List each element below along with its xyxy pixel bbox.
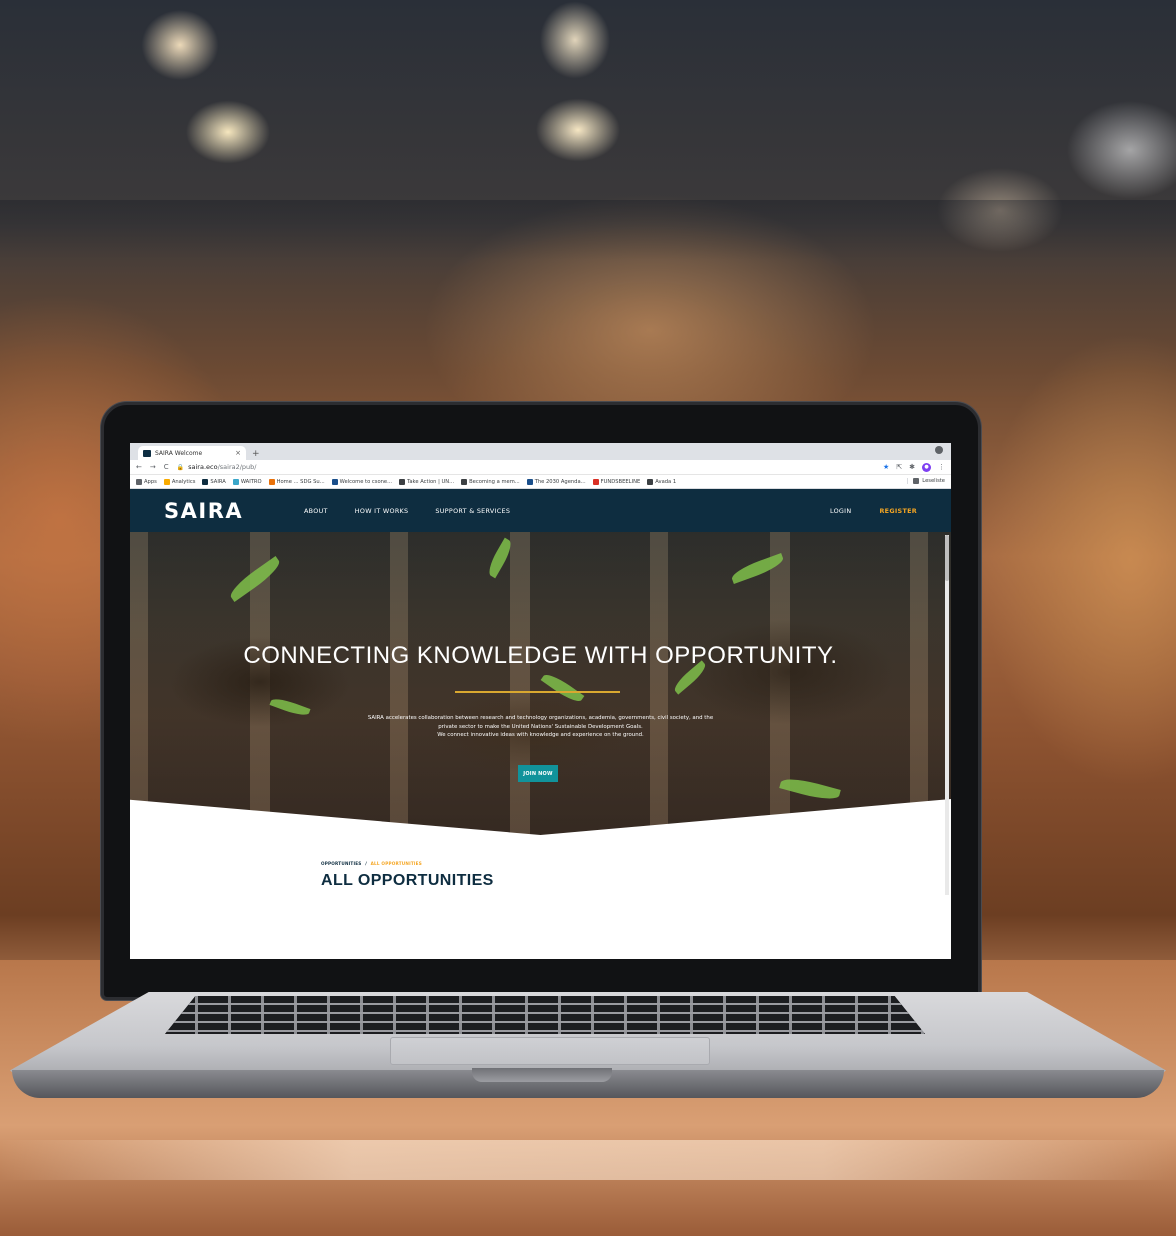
- laptop-keyboard: [165, 996, 925, 1034]
- bookmark-item[interactable]: Becoming a mem...: [461, 478, 520, 485]
- bookmark-item[interactable]: Analytics: [163, 478, 196, 485]
- bookmark-label: Welcome to csone...: [339, 478, 393, 485]
- bookmark-favicon-icon: [202, 478, 209, 485]
- tab-close-icon[interactable]: ×: [235, 449, 241, 457]
- account-nav: LOGIN REGISTER: [830, 507, 917, 515]
- bookmark-star-icon[interactable]: ★: [883, 463, 889, 471]
- bookmark-favicon-icon: [136, 478, 142, 485]
- laptop-trackpad: [390, 1037, 710, 1065]
- bookmark-label: SAIRA: [210, 478, 226, 485]
- hero-divider: [455, 691, 620, 693]
- bookmark-favicon-icon: [399, 478, 406, 485]
- bookmark-favicon-icon: [592, 478, 599, 485]
- forward-icon[interactable]: →: [150, 463, 156, 471]
- reading-list[interactable]: Leseliste: [907, 478, 945, 484]
- reading-list-icon: [913, 478, 920, 484]
- bookmark-favicon-icon: [647, 478, 654, 485]
- hero-line-1: SAIRA accelerates collaboration between …: [367, 715, 714, 721]
- breadcrumb: OPPORTUNITIES / ALL OPPORTUNITIES: [321, 861, 494, 866]
- bookmark-item[interactable]: Take Action | UN...: [399, 478, 455, 485]
- bookmark-item[interactable]: Apps: [136, 478, 157, 485]
- bookmark-item[interactable]: FUNDSBEELINE: [592, 478, 641, 485]
- profile-avatar-icon[interactable]: ●: [922, 462, 931, 472]
- more-menu-icon[interactable]: ⋮: [938, 463, 945, 471]
- reload-icon[interactable]: C: [164, 463, 169, 471]
- login-link[interactable]: LOGIN: [830, 507, 851, 515]
- seedling-leaf: [779, 774, 841, 804]
- bookmark-label: Take Action | UN...: [407, 478, 455, 485]
- laptop-screen: SAIRA Welcome × + ← → C 🔒 saira.eco/sair…: [130, 443, 951, 959]
- bookmark-label: The 2030 Agenda...: [534, 478, 586, 485]
- page-scrollbar[interactable]: [945, 535, 949, 895]
- extensions-puzzle-icon[interactable]: ✱: [909, 463, 915, 471]
- nav-about[interactable]: ABOUT: [304, 507, 328, 515]
- bookmark-label: Home ... SDG Su...: [276, 478, 325, 485]
- bookmark-item[interactable]: Welcome to csone...: [331, 478, 393, 485]
- register-link[interactable]: REGISTER: [879, 507, 917, 515]
- url-host: saira.eco: [188, 463, 218, 471]
- bookmark-label: WAITRO: [240, 478, 262, 485]
- opportunities-section: OPPORTUNITIES / ALL OPPORTUNITIES ALL OP…: [321, 861, 494, 890]
- hero-bottom-cut: [130, 799, 951, 839]
- window-menu-icon[interactable]: [935, 446, 943, 454]
- extension-icons: ★ ⇱ ✱ ● ⋮: [883, 462, 945, 472]
- main-nav: ABOUT HOW IT WORKS SUPPORT & SERVICES: [304, 507, 510, 515]
- scrollbar-thumb[interactable]: [945, 535, 949, 581]
- nav-how-it-works[interactable]: HOW IT WORKS: [355, 507, 409, 515]
- site-header: SAIRA ABOUT HOW IT WORKS SUPPORT & SERVI…: [130, 489, 951, 532]
- breadcrumb-opportunities[interactable]: OPPORTUNITIES: [321, 861, 362, 866]
- bookmark-label: Avada 1: [655, 478, 677, 485]
- join-now-button[interactable]: JOIN NOW: [518, 765, 558, 782]
- page-title: ALL OPPORTUNITIES: [321, 872, 494, 889]
- site-logo[interactable]: SAIRA: [164, 499, 304, 523]
- bookmark-favicon-icon: [461, 478, 468, 485]
- seedling-leaf: [729, 552, 786, 585]
- hero-description: SAIRA accelerates collaboration between …: [130, 714, 951, 740]
- bookmark-favicon-icon: [268, 478, 275, 485]
- hero-headline: CONNECTING KNOWLEDGE WITH OPPORTUNITY.: [243, 642, 838, 669]
- browser-tabstrip: SAIRA Welcome × +: [130, 443, 951, 460]
- bookmark-item[interactable]: Avada 1: [647, 478, 677, 485]
- cast-icon[interactable]: ⇱: [896, 463, 902, 471]
- bookmarks-bar: Apps Analytics SAIRA WAITRO Home ... SDG Su.…: [130, 475, 951, 489]
- address-bar[interactable]: 🔒 saira.eco/saira2/pub/: [177, 463, 875, 471]
- bookmark-item[interactable]: Home ... SDG Su...: [268, 478, 325, 485]
- bookmark-item[interactable]: The 2030 Agenda...: [526, 478, 586, 485]
- url-path: /saira2/pub/: [217, 463, 257, 471]
- browser-toolbar: ← → C 🔒 saira.eco/saira2/pub/ ★ ⇱ ✱ ● ⋮: [130, 460, 951, 475]
- seedling-leaf: [484, 537, 516, 579]
- bookmark-label: Analytics: [171, 478, 196, 485]
- bookmark-label: Becoming a mem...: [469, 478, 520, 485]
- new-tab-icon[interactable]: +: [252, 449, 260, 459]
- bookmark-label: Apps: [144, 478, 157, 485]
- lock-icon: 🔒: [176, 463, 185, 471]
- bookmark-item[interactable]: SAIRA: [202, 478, 226, 485]
- hero-line-3: We connect innovative ideas with knowled…: [437, 732, 644, 738]
- browser-tab[interactable]: SAIRA Welcome ×: [138, 446, 246, 460]
- bookmark-favicon-icon: [526, 478, 533, 485]
- seedling-leaf: [226, 556, 284, 602]
- breadcrumb-separator: /: [365, 861, 367, 866]
- bookmark-favicon-icon: [331, 478, 338, 485]
- bookmark-favicon-icon: [163, 478, 170, 485]
- back-icon[interactable]: ←: [136, 463, 142, 471]
- breadcrumb-current: ALL OPPORTUNITIES: [370, 861, 422, 866]
- bookmark-label: FUNDSBEELINE: [600, 478, 641, 485]
- seedling-leaf: [540, 670, 585, 706]
- saira-favicon-icon: [143, 449, 151, 457]
- bookmark-item[interactable]: WAITRO: [232, 478, 262, 485]
- laptop-notch: [472, 1068, 612, 1082]
- hero-banner: CONNECTING KNOWLEDGE WITH OPPORTUNITY. S…: [130, 532, 951, 839]
- reading-list-label: Leseliste: [922, 478, 945, 484]
- nav-support-services[interactable]: SUPPORT & SERVICES: [435, 507, 510, 515]
- table-reflection: [0, 1140, 1176, 1180]
- hero-line-2: private sector to make the United Nation…: [438, 723, 643, 730]
- bookmark-favicon-icon: [232, 478, 239, 485]
- tab-title: SAIRA Welcome: [155, 449, 203, 457]
- background-window-band: [0, 200, 1176, 260]
